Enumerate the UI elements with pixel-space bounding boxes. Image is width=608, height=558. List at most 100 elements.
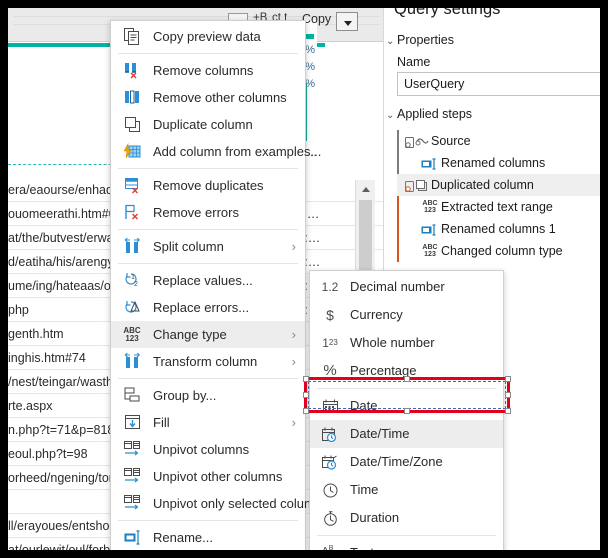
copy-icon: [119, 23, 145, 50]
menu-item-add-column-from-examples[interactable]: Add column from examples...: [111, 138, 321, 165]
abc123-icon: ABC 123: [422, 199, 438, 214]
menu-item-unpivot-only-selected-columns[interactable]: Unpivot only selected columns: [111, 490, 329, 517]
unpivot-columns-icon: [119, 436, 145, 463]
menu-item-label: Unpivot only selected columns: [153, 496, 329, 511]
applied-step-label: Source: [431, 134, 471, 148]
remove-duplicates-icon: [119, 172, 145, 199]
submenu-item-label: Currency: [350, 307, 403, 322]
menu-item-label: Remove duplicates: [153, 178, 264, 193]
applied-step-duplicated-column[interactable]: Duplicated column: [397, 174, 601, 196]
menu-item-label: Remove other columns: [153, 90, 287, 105]
percentage-icon: %: [323, 362, 337, 379]
source-icon: [405, 131, 431, 153]
cell-url: rte.aspx: [8, 399, 53, 413]
menu-item-remove-other-columns[interactable]: Remove other columns: [111, 84, 305, 111]
cell-url: ouomeerathi.htm#03: [8, 207, 123, 221]
cell-url: inghis.htm#74: [8, 351, 86, 365]
submenu-item-label: Date/Time/Zone: [350, 454, 443, 469]
cell-url: n.php?t=71&p=8180: [8, 423, 122, 437]
menu-separator: [118, 378, 298, 379]
menu-separator: [118, 168, 298, 169]
menu-item-group-by[interactable]: Group by...: [111, 382, 305, 409]
window-frame-left: [0, 0, 8, 558]
menu-item-split-column[interactable]: Split column ›: [111, 233, 305, 260]
replace-values-icon: 1 2: [119, 267, 145, 294]
submenu-item-duration[interactable]: Duration: [310, 504, 503, 532]
cell-url: eoul.php?t=98: [8, 447, 88, 461]
applied-step-changed-column-type[interactable]: ABC 123 Changed column type: [397, 240, 601, 262]
submenu-item-label: Date: [350, 398, 378, 413]
menu-item-label: Remove errors: [153, 205, 239, 220]
copy-button[interactable]: Copy: [302, 12, 331, 26]
remove-columns-icon: [119, 57, 145, 84]
menu-item-unpivot-columns[interactable]: Unpivot columns: [111, 436, 305, 463]
applied-step-renamed-columns[interactable]: Renamed columns: [397, 152, 601, 174]
menu-item-copy-preview-data[interactable]: Copy preview data: [111, 23, 305, 50]
submenu-item-label: Decimal number: [350, 279, 445, 294]
submenu-item-label: Time: [350, 482, 379, 497]
split-column-icon: [119, 233, 145, 260]
abc123-icon: ABC 123: [123, 325, 141, 343]
duration-icon: [317, 504, 343, 532]
rename-icon: [421, 219, 441, 241]
menu-item-fill[interactable]: Fill ›: [111, 409, 305, 436]
chevron-right-icon: ›: [291, 354, 296, 369]
currency-icon: $: [326, 307, 334, 323]
rename-icon: [421, 153, 441, 175]
menu-item-label: Add column from examples...: [153, 144, 322, 159]
rename-icon: [119, 524, 145, 551]
add-column-examples-icon: [119, 138, 145, 165]
remove-other-columns-icon: [119, 84, 145, 111]
applied-step-source[interactable]: Source: [397, 130, 601, 152]
menu-item-replace-errors[interactable]: Replace errors...: [111, 294, 305, 321]
menu-separator: [118, 520, 298, 521]
cell-url: genth.htm: [8, 327, 64, 341]
svg-text:1: 1: [131, 274, 135, 281]
menu-item-label: Group by...: [153, 388, 217, 403]
cell-url: ll/erayoues/entshoes,: [8, 519, 127, 533]
chevron-down-icon: ⌄: [386, 36, 395, 47]
duplicate-icon: [405, 175, 431, 197]
menu-item-rename[interactable]: Rename...: [111, 524, 305, 551]
menu-item-unpivot-other-columns[interactable]: Unpivot other columns: [111, 463, 305, 490]
submenu-item-decimal-number[interactable]: 1.2 Decimal number: [310, 273, 503, 301]
properties-section-header[interactable]: ⌄ Properties: [386, 33, 454, 47]
submenu-item-date-time-zone[interactable]: Date/Time/Zone: [310, 448, 503, 476]
submenu-item-currency[interactable]: $ Currency: [310, 301, 503, 329]
submenu-separator: [317, 535, 496, 536]
time-icon: [317, 476, 343, 504]
menu-item-remove-duplicates[interactable]: Remove duplicates: [111, 172, 305, 199]
transform-column-icon: [119, 348, 145, 375]
submenu-item-date[interactable]: Date: [310, 392, 503, 420]
menu-item-change-type[interactable]: ABC 123 Change type ›: [111, 321, 305, 348]
chevron-right-icon: ›: [291, 239, 296, 254]
date-time-zone-icon: [317, 448, 343, 476]
applied-step-renamed-columns-1[interactable]: Renamed columns 1: [397, 218, 601, 240]
chevron-right-icon: ›: [291, 415, 296, 430]
duplicate-column-icon: [119, 111, 145, 138]
applied-steps-section-header[interactable]: ⌄ Applied steps: [386, 107, 472, 121]
scroll-up-arrow-icon[interactable]: [356, 180, 375, 197]
menu-item-transform-column[interactable]: Transform column ›: [111, 348, 305, 375]
change-type-submenu[interactable]: 1.2 Decimal number $ Currency 123 Whole …: [309, 270, 504, 558]
applied-steps-list: Source Renamed columns Duplicated column…: [397, 130, 601, 262]
menu-item-remove-columns[interactable]: Remove columns: [111, 57, 305, 84]
submenu-item-time[interactable]: Time: [310, 476, 503, 504]
query-name-input[interactable]: [397, 72, 607, 96]
menu-item-replace-values[interactable]: 1 2 Replace values...: [111, 267, 305, 294]
column-context-menu[interactable]: Copy preview data Remove columns Remove …: [110, 20, 329, 558]
unpivot-other-columns-icon: [119, 463, 145, 490]
submenu-item-label: Whole number: [350, 335, 435, 350]
menu-item-remove-errors[interactable]: Remove errors: [111, 199, 305, 226]
cell-url: at/ourlewit/oul/forbut: [8, 543, 121, 550]
submenu-item-percentage[interactable]: % Percentage: [310, 357, 503, 385]
submenu-item-date-time[interactable]: Date/Time: [310, 420, 503, 448]
properties-label: Properties: [397, 33, 454, 47]
submenu-item-whole-number[interactable]: 123 Whole number: [310, 329, 503, 357]
menu-item-duplicate-column[interactable]: Duplicate column: [111, 111, 305, 138]
applied-steps-label: Applied steps: [397, 107, 473, 121]
applied-step-extracted-text-range[interactable]: ABC 123 Extracted text range: [397, 196, 601, 218]
copy-dropdown-button[interactable]: [336, 12, 358, 31]
remove-errors-icon: [119, 199, 145, 226]
cell-url: orheed/ngening/tono: [8, 471, 123, 485]
